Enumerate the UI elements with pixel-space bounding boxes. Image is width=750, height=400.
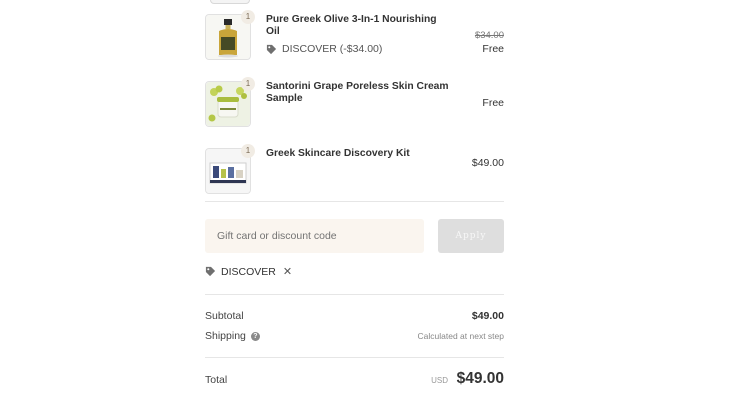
divider xyxy=(205,201,504,202)
item-price: $49.00 xyxy=(471,157,504,169)
item-discount-label: DISCOVER (-$34.00) xyxy=(282,43,383,55)
discount-code-input[interactable] xyxy=(205,219,424,253)
shipping-value: Calculated at next step xyxy=(417,331,504,341)
subtotal-label: Subtotal xyxy=(205,310,244,322)
product-thumbnail: 1 xyxy=(205,144,255,194)
item-price: Free xyxy=(482,97,504,109)
quantity-badge: 1 xyxy=(241,77,255,91)
apply-button[interactable]: Apply xyxy=(438,219,504,253)
subtotal-value: $49.00 xyxy=(471,310,504,322)
tag-icon xyxy=(205,266,216,277)
quantity-badge: 1 xyxy=(241,144,255,158)
divider xyxy=(205,294,504,295)
shipping-row: Shipping? xyxy=(205,330,260,342)
order-summary: 1 Pure Greek Olive 3-In-1 Nourishing Oil… xyxy=(205,0,504,400)
shipping-label: Shipping xyxy=(205,330,246,342)
currency-code: USD xyxy=(431,376,448,385)
total-label: Total xyxy=(205,374,228,386)
product-name: Pure Greek Olive 3-In-1 Nourishing Oil xyxy=(266,14,437,37)
remove-discount-icon[interactable]: ✕ xyxy=(283,265,292,278)
help-icon[interactable]: ? xyxy=(250,332,260,341)
product-thumbnail: 1 xyxy=(205,10,255,60)
original-price: $34.00 xyxy=(474,30,504,41)
previous-item-thumbnail-edge xyxy=(210,0,250,4)
product-name: Santorini Grape Poreless Skin Cream Samp… xyxy=(266,81,449,104)
applied-discount-code: DISCOVER xyxy=(221,265,276,278)
item-price: Free xyxy=(482,43,504,55)
product-name: Greek Skincare Discovery Kit xyxy=(266,148,410,159)
total-amount: $49.00 xyxy=(456,370,504,387)
divider xyxy=(205,357,504,358)
product-thumbnail: 1 xyxy=(205,77,255,127)
item-discount: DISCOVER (-$34.00) xyxy=(266,43,382,55)
tag-icon xyxy=(266,44,277,54)
quantity-badge: 1 xyxy=(241,10,255,24)
applied-discount-chip: DISCOVER ✕ xyxy=(205,265,292,278)
